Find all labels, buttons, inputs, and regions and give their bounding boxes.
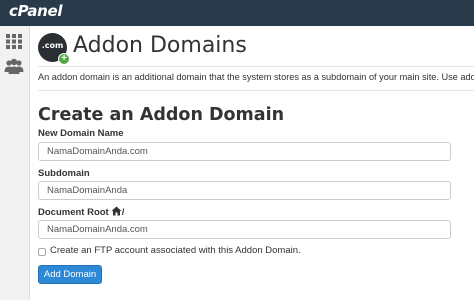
- divider: [38, 66, 474, 67]
- divider: [38, 90, 474, 91]
- page-title: Addon Domains: [73, 33, 247, 58]
- main-content: .com + Addon Domains An addon domain is …: [31, 26, 474, 300]
- home-icon: [111, 206, 122, 219]
- new-domain-input[interactable]: NamaDomainAnda.com: [38, 142, 451, 161]
- add-domain-button[interactable]: Add Domain: [38, 265, 102, 284]
- page-description: An addon domain is an additional domain …: [38, 72, 474, 82]
- grid-icon[interactable]: [3, 31, 25, 51]
- top-header: cPanel: [0, 0, 474, 26]
- addon-domains-icon: .com +: [38, 33, 70, 65]
- document-root-label-text: Document Root: [38, 207, 109, 218]
- document-root-input[interactable]: NamaDomainAnda.com: [38, 220, 451, 239]
- cpanel-logo[interactable]: cPanel: [9, 2, 63, 20]
- page-icon-text: .com: [41, 41, 64, 50]
- ftp-account-label[interactable]: Create an FTP account associated with th…: [50, 245, 301, 256]
- document-root-label: Document Root /: [38, 206, 124, 219]
- users-icon[interactable]: [3, 56, 25, 76]
- section-title: Create an Addon Domain: [38, 105, 285, 125]
- plus-icon: +: [58, 53, 70, 65]
- sidebar: [0, 26, 30, 300]
- subdomain-input[interactable]: NamaDomainAnda: [38, 181, 451, 200]
- ftp-account-checkbox[interactable]: [38, 248, 46, 256]
- subdomain-label: Subdomain: [38, 168, 90, 179]
- new-domain-label: New Domain Name: [38, 128, 124, 139]
- document-root-suffix: /: [121, 207, 125, 218]
